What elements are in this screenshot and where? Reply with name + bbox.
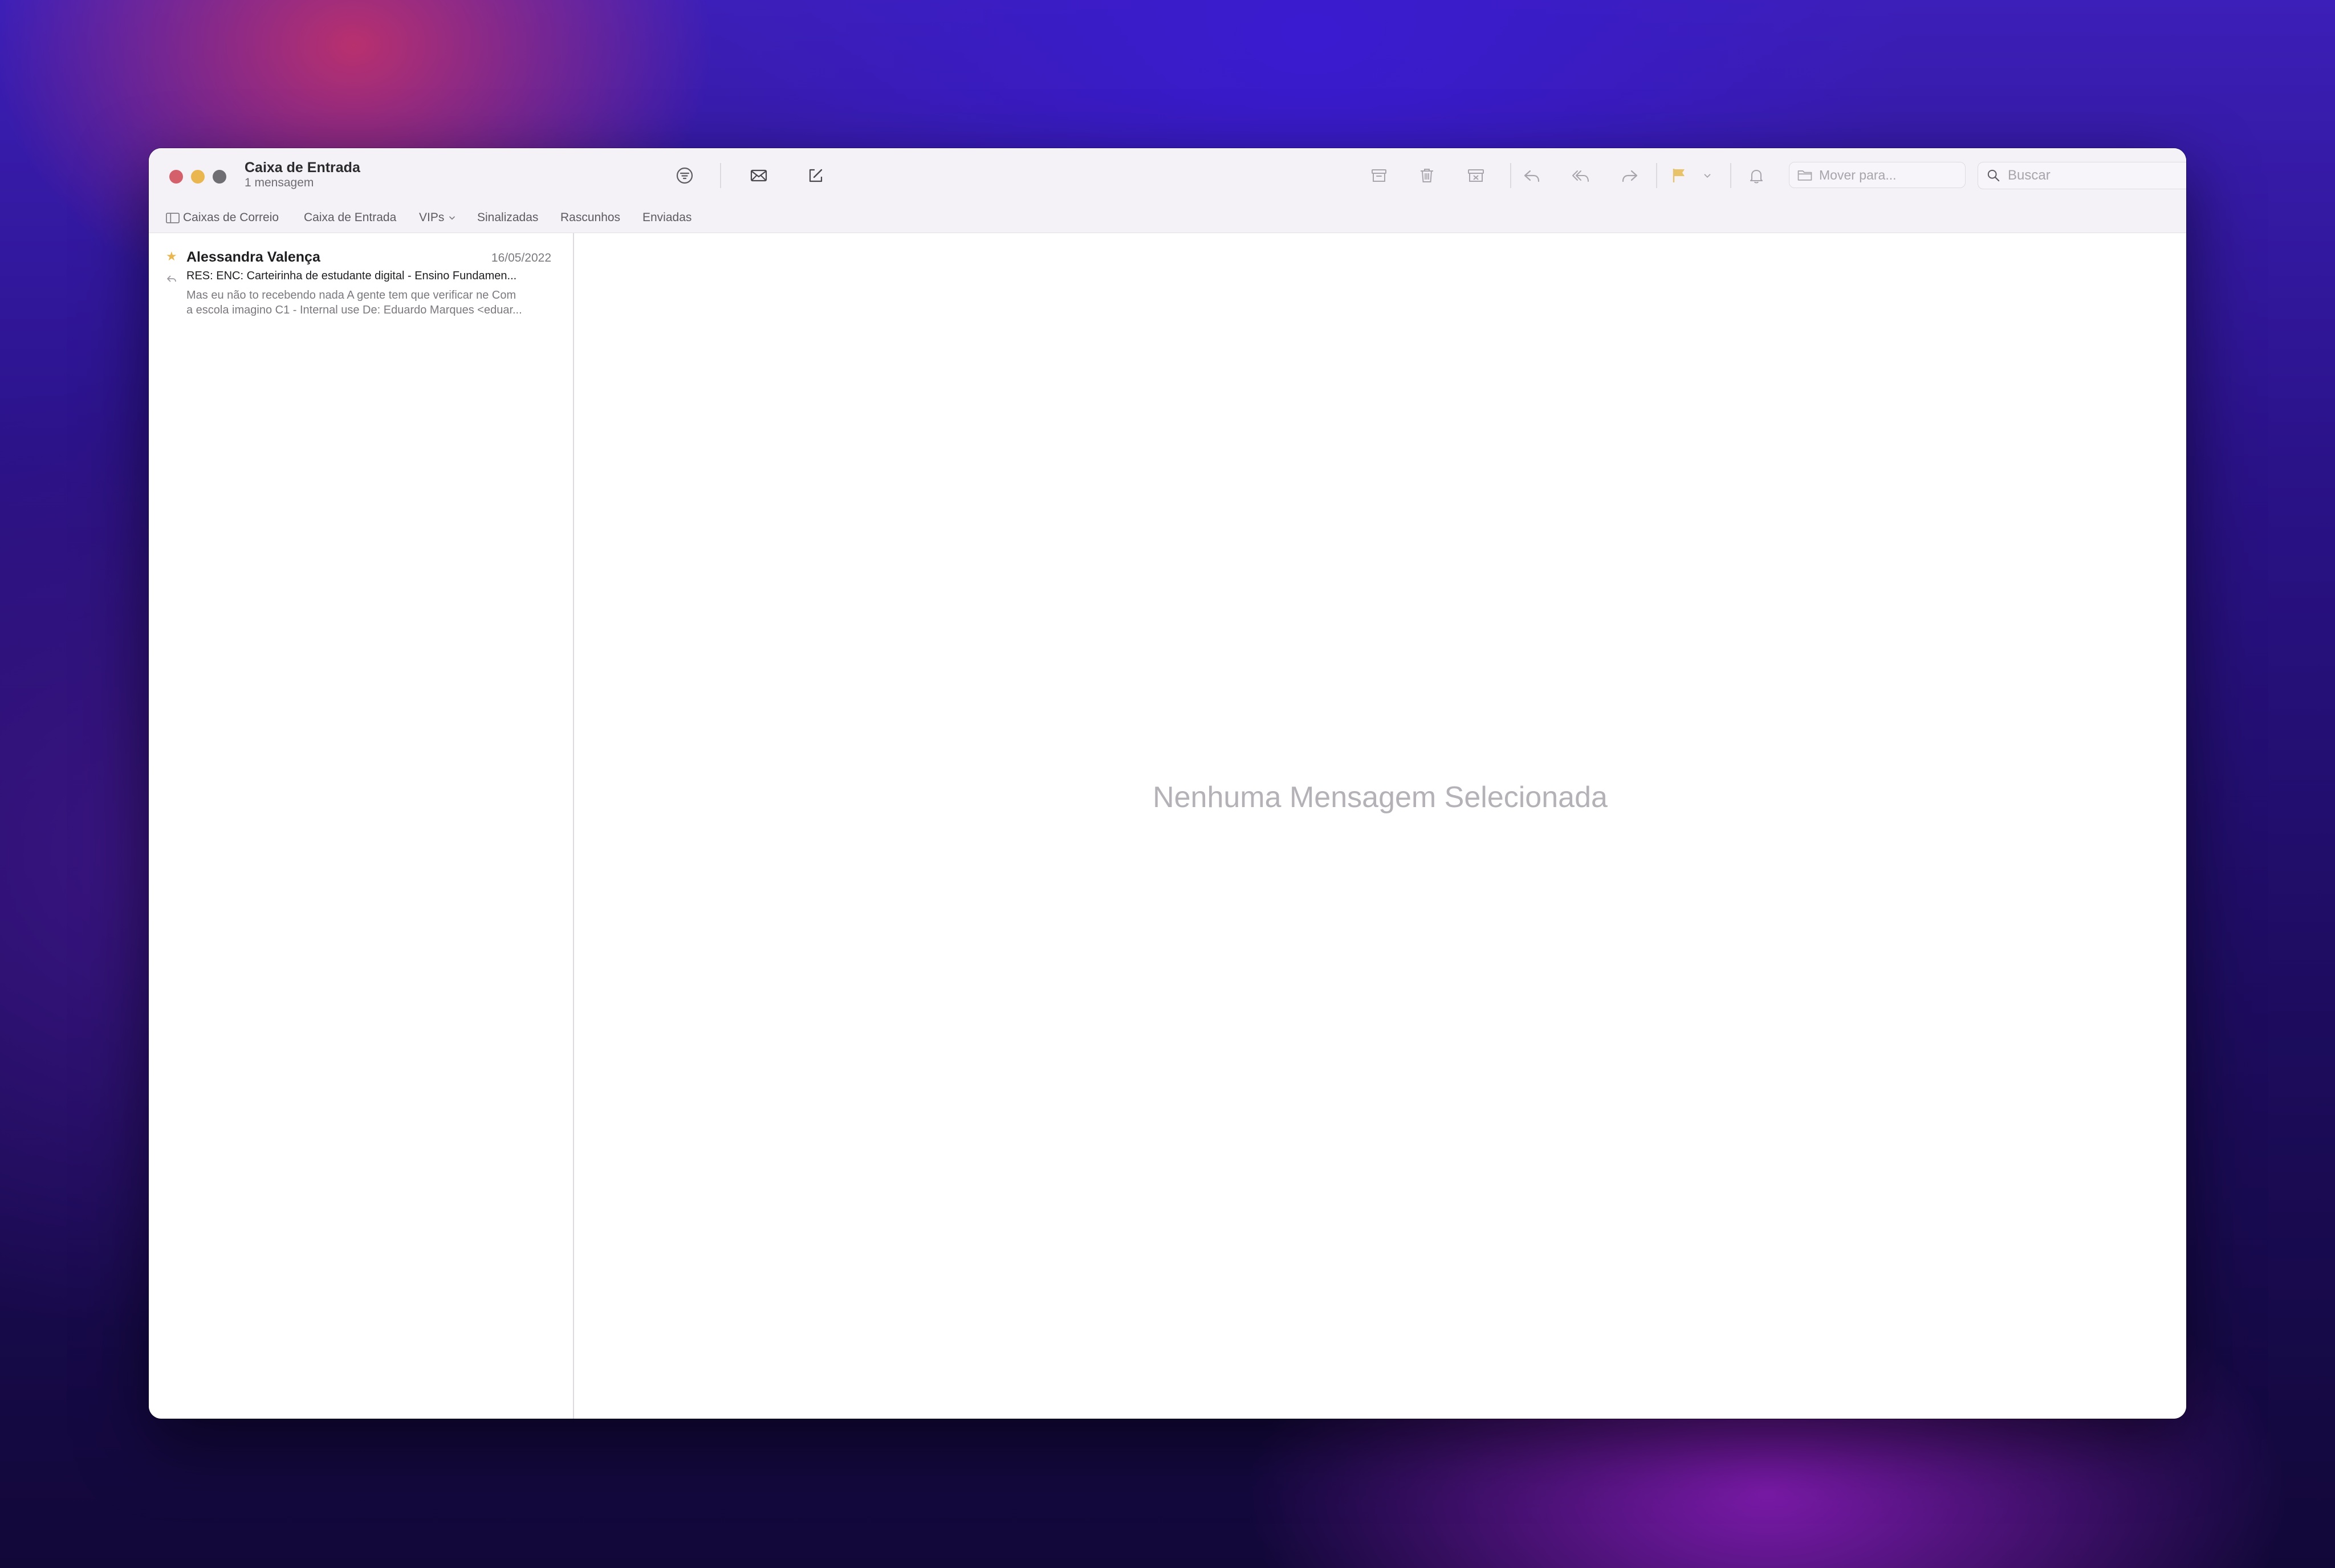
search-field[interactable] [1978,162,2186,189]
close-window-button[interactable] [169,170,183,184]
junk-button[interactable] [1465,164,1487,187]
favorites-flagged[interactable]: Sinalizadas [477,203,538,233]
get-mail-icon [750,169,767,182]
compose-icon [809,169,823,182]
replied-icon [167,275,176,282]
junk-icon [1468,169,1484,182]
move-to-placeholder: Mover para... [1819,167,1897,182]
message-preview: Mas eu não to recebendo nada A gente tem… [186,288,551,317]
message-sender: Alessandra Valença [186,249,320,265]
vips-chevron-down-icon [449,216,455,220]
mail-window: Caixa de Entrada 1 mensagem Mover para..… [149,148,2186,1419]
flag-icon [1673,169,1685,182]
archive-icon [1372,169,1386,182]
compose-button[interactable] [804,164,827,187]
favorites-inbox[interactable]: Caixa de Entrada [304,203,396,233]
toolbar-separator [1510,163,1511,188]
notify-button[interactable] [1745,164,1768,187]
sidebar-toggle-icon [166,212,180,223]
zoom-window-button[interactable] [213,170,226,184]
message-viewer: Nenhuma Mensagem Selecionada [574,233,2186,1419]
no-message-selected-text: Nenhuma Mensagem Selecionada [1153,781,1608,814]
message-count: 1 mensagem [245,176,314,189]
message-date: 16/05/2022 [491,251,551,264]
search-input[interactable] [2007,167,2186,184]
reply-all-icon [1572,170,1589,182]
message-subject: RES: ENC: Carteirinha de estudante digit… [186,270,517,282]
folder-icon [1797,170,1812,181]
search-icon [1987,169,2000,182]
toolbar-separator [1656,163,1657,188]
favorites-mailboxes[interactable]: Caixas de Correio [166,203,279,233]
get-mail-button[interactable] [747,164,770,187]
minimize-window-button[interactable] [191,170,205,184]
reply-button[interactable] [1520,164,1543,187]
favorites-sent[interactable]: Enviadas [642,203,691,233]
window-title-block: Caixa de Entrada 1 mensagem [245,158,360,189]
flag-menu-chevron-icon [1704,174,1711,178]
flag-menu-button[interactable] [1701,164,1714,187]
message-preview-line: a escola imagino C1 - Internal use De: E… [186,304,522,316]
forward-button[interactable] [1618,164,1641,187]
favorites-vips[interactable]: VIPs [419,203,460,233]
toolbar-separator [720,163,721,188]
list-item[interactable]: ★ Alessandra Valença 16/05/2022 RES: ENC… [149,233,573,324]
favorites-vips-label: VIPs [419,211,445,224]
trash-button[interactable] [1415,164,1438,187]
favorites-bar: Caixas de Correio Caixa de Entrada VIPs … [149,203,2186,233]
archive-button[interactable] [1368,164,1390,187]
window-title: Caixa de Entrada [245,160,360,176]
favorites-mailboxes-label: Caixas de Correio [183,211,279,224]
message-list: ★ Alessandra Valença 16/05/2022 RES: ENC… [149,233,574,1419]
filter-icon [676,167,693,184]
favorites-drafts[interactable]: Rascunhos [560,203,620,233]
flag-button[interactable] [1667,164,1690,187]
filter-button[interactable] [673,164,696,187]
move-to-mailbox-field[interactable]: Mover para... [1789,162,1966,188]
notify-bell-icon [1750,170,1763,184]
reply-icon [1524,170,1540,182]
reply-all-button[interactable] [1569,164,1592,187]
vip-star-icon: ★ [166,249,177,263]
toolbar-separator [1730,163,1731,188]
message-preview-line: Mas eu não to recebendo nada A gente tem… [186,289,516,302]
forward-icon [1622,170,1638,182]
trash-icon [1421,169,1433,182]
toolbar: Caixa de Entrada 1 mensagem Mover para..… [149,148,2186,203]
